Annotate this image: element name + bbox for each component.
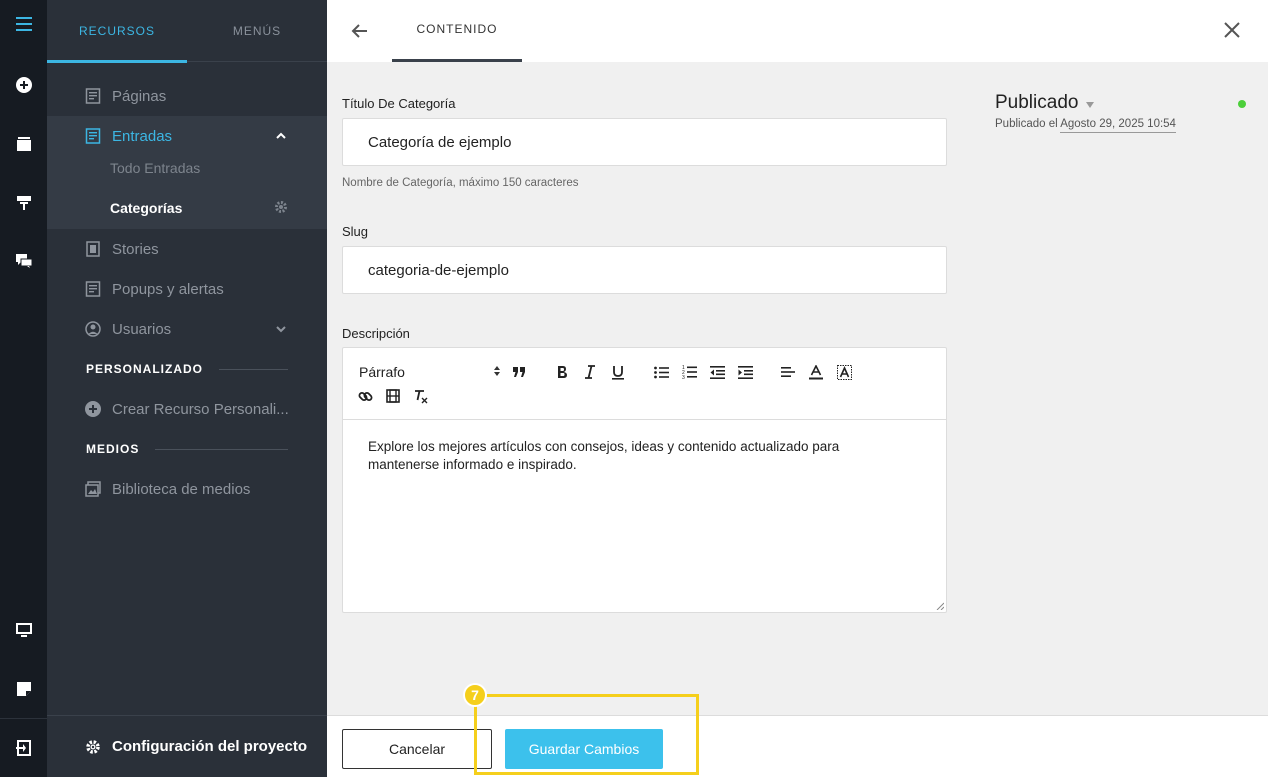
sidebar-subitem-todo-entradas[interactable]: Todo Entradas <box>47 149 327 186</box>
italic-icon[interactable] <box>580 362 600 382</box>
paint-roller-icon[interactable] <box>0 183 47 223</box>
step-number-badge: 7 <box>463 683 487 707</box>
bold-icon[interactable] <box>552 362 572 382</box>
format-select[interactable]: Párrafo <box>359 362 501 382</box>
sidebar-item-label: Popups y alertas <box>112 280 224 298</box>
background-color-icon[interactable] <box>834 362 854 382</box>
sidebar-item-label: Biblioteca de medios <box>112 480 251 498</box>
sidebar-item-stories[interactable]: Stories <box>47 229 327 269</box>
section-medios: MEDIOS <box>86 439 288 459</box>
sidebar-subitem-label: Categorías <box>110 199 183 216</box>
sidebar-item-label: Usuarios <box>112 320 172 338</box>
section-personalizado: PERSONALIZADO <box>86 359 288 379</box>
sidebar-subitem-categorias[interactable]: Categorías <box>47 186 327 229</box>
sidebar-subitem-label: Todo Entradas <box>110 159 201 176</box>
section-divider <box>219 368 288 370</box>
add-circle-icon <box>85 401 101 417</box>
description-label: Descripción <box>342 326 410 341</box>
comments-icon[interactable] <box>0 241 47 281</box>
title-input-value: Categoría de ejemplo <box>368 133 512 151</box>
bulleted-list-icon[interactable] <box>651 362 671 382</box>
close-icon[interactable] <box>1222 20 1242 40</box>
sidebar-item-label: Páginas <box>112 87 167 105</box>
slug-input-value: categoria-de-ejemplo <box>368 261 509 279</box>
sidebar: RECURSOS MENÚS Páginas Entradas Todo Ent… <box>47 0 327 777</box>
video-icon[interactable] <box>383 386 403 406</box>
blockquote-icon[interactable] <box>509 362 529 382</box>
published-date[interactable]: Agosto 29, 2025 10:54 <box>1060 118 1176 133</box>
logout-icon[interactable] <box>0 728 47 768</box>
note-icon[interactable] <box>0 669 47 709</box>
document-icon <box>85 281 101 297</box>
status-indicator-dot <box>1238 100 1246 108</box>
chevron-up-icon[interactable] <box>275 130 287 142</box>
layers-icon[interactable] <box>0 124 47 164</box>
resize-handle-icon[interactable] <box>936 602 944 610</box>
status-dropdown[interactable]: Publicado <box>995 92 1095 114</box>
images-icon <box>85 481 101 497</box>
bottom-action-bar: Cancelar Guardar Cambios <box>327 715 1268 777</box>
published-prefix: Publicado el <box>995 118 1058 130</box>
text-color-icon[interactable] <box>806 362 826 382</box>
sidebar-item-label: Stories <box>112 240 159 258</box>
sidebar-item-crear-recurso[interactable]: Crear Recurso Personali... <box>47 389 327 429</box>
chevron-down-icon[interactable] <box>275 323 287 335</box>
title-label: Título De Categoría <box>342 96 456 111</box>
align-left-icon[interactable] <box>778 362 798 382</box>
document-icon <box>85 128 101 144</box>
back-arrow-icon[interactable] <box>349 20 371 42</box>
caret-down-icon <box>1086 101 1095 108</box>
project-settings-label: Configuración del proyecto <box>112 738 308 755</box>
sidebar-tabs: RECURSOS MENÚS <box>47 0 327 63</box>
section-label: PERSONALIZADO <box>86 362 204 376</box>
status-label: Publicado <box>995 92 1079 113</box>
monitor-icon[interactable] <box>0 610 47 650</box>
description-text: Explore los mejores artículos con consej… <box>368 439 840 472</box>
sidebar-item-label: Entradas <box>112 127 173 145</box>
gear-icon[interactable] <box>274 200 288 214</box>
published-info: Publicado el Agosto 29, 2025 10:54 <box>995 118 1176 133</box>
format-select-value: Párrafo <box>359 364 405 380</box>
sidebar-item-biblioteca[interactable]: Biblioteca de medios <box>47 469 327 509</box>
sidebar-item-paginas[interactable]: Páginas <box>47 76 327 116</box>
add-icon[interactable] <box>0 65 47 105</box>
slug-label: Slug <box>342 224 369 239</box>
project-settings[interactable]: Configuración del proyecto <box>47 715 327 777</box>
tab-recursos-label: RECURSOS <box>78 24 155 38</box>
tab-menus-label: MENÚS <box>232 24 282 38</box>
sidebar-item-popups[interactable]: Popups y alertas <box>47 269 327 309</box>
section-label: MEDIOS <box>86 442 140 456</box>
tab-recursos[interactable]: RECURSOS <box>47 0 187 63</box>
description-textarea[interactable]: Explore los mejores artículos con consej… <box>368 438 908 474</box>
gear-icon <box>86 740 100 754</box>
title-input[interactable]: Categoría de ejemplo <box>342 118 947 166</box>
title-hint: Nombre de Categoría, máximo 150 caracter… <box>342 177 579 189</box>
sidebar-item-usuarios[interactable]: Usuarios <box>47 309 327 349</box>
underline-icon[interactable] <box>608 362 628 382</box>
cancel-button[interactable]: Cancelar <box>342 729 492 769</box>
rich-text-editor: Párrafo 123 Explore los mejores artículo… <box>342 347 947 613</box>
editor-toolbar: Párrafo 123 <box>343 348 946 420</box>
icon-rail <box>0 0 47 777</box>
tab-contenido-label: CONTENIDO <box>416 22 498 36</box>
slug-input[interactable]: categoria-de-ejemplo <box>342 246 947 294</box>
svg-text:3: 3 <box>682 375 685 379</box>
sidebar-item-label: Crear Recurso Personali... <box>112 400 289 418</box>
book-icon <box>86 241 100 257</box>
sort-arrows-icon <box>494 366 500 376</box>
menu-icon[interactable] <box>0 4 47 44</box>
section-divider <box>155 448 288 450</box>
step-highlight-box <box>474 694 699 775</box>
numbered-list-icon[interactable]: 123 <box>679 362 699 382</box>
link-icon[interactable] <box>355 386 375 406</box>
top-bar: CONTENIDO <box>327 0 1268 62</box>
document-icon <box>85 88 101 104</box>
tab-menus[interactable]: MENÚS <box>187 0 327 62</box>
user-icon <box>85 321 101 337</box>
indent-icon[interactable] <box>735 362 755 382</box>
outdent-icon[interactable] <box>707 362 727 382</box>
clear-format-icon[interactable] <box>411 386 431 406</box>
tab-contenido[interactable]: CONTENIDO <box>392 0 522 62</box>
